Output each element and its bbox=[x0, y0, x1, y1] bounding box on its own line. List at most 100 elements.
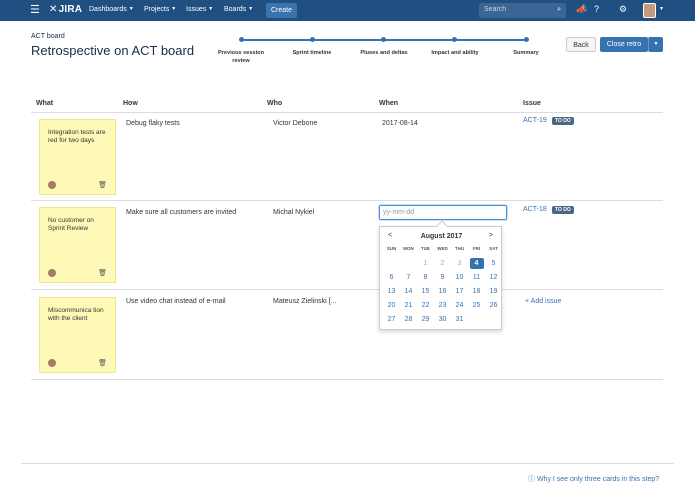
datepicker-arrow bbox=[436, 220, 448, 232]
calendar-day[interactable]: 9 bbox=[436, 272, 450, 283]
nav-issues[interactable]: Issues ▼ bbox=[186, 6, 213, 13]
step-label[interactable]: Impact and ability bbox=[422, 49, 488, 57]
sticky-note-card[interactable]: Integration tests are red for two days 🗑 bbox=[39, 119, 116, 195]
step-dot[interactable] bbox=[310, 37, 315, 42]
sticky-note-card[interactable]: Miscommunica tion with the client 🗑 bbox=[39, 297, 116, 373]
breadcrumb[interactable]: ACT board bbox=[31, 33, 65, 40]
calendar-day[interactable]: 18 bbox=[470, 286, 484, 297]
nav-projects[interactable]: Projects ▼ bbox=[144, 6, 176, 13]
gear-icon[interactable]: ⚙ bbox=[619, 4, 627, 15]
calendar-day[interactable]: 10 bbox=[453, 272, 467, 283]
column-header-issue: Issue bbox=[523, 100, 541, 107]
calendar-day[interactable]: 28 bbox=[402, 314, 416, 325]
calendar-day[interactable]: 14 bbox=[402, 286, 416, 297]
issue-link[interactable]: ACT-19 bbox=[523, 117, 547, 124]
close-retro-button[interactable]: Close retro bbox=[600, 37, 648, 52]
avatar bbox=[48, 269, 56, 277]
calendar-day[interactable]: 25 bbox=[470, 300, 484, 311]
step-label[interactable]: Previous session review bbox=[211, 49, 271, 65]
calendar-day[interactable]: 17 bbox=[453, 286, 467, 297]
close-retro-dropdown-button[interactable]: ▼ bbox=[648, 37, 663, 52]
calendar-day[interactable]: 11 bbox=[470, 272, 484, 283]
calendar-day[interactable]: 31 bbox=[453, 314, 467, 325]
avatar bbox=[48, 181, 56, 189]
search-icon: ⌕ bbox=[557, 6, 561, 13]
back-button[interactable]: Back bbox=[566, 37, 596, 52]
calendar-day[interactable]: 5 bbox=[487, 258, 501, 269]
calendar-day[interactable]: 20 bbox=[385, 300, 399, 311]
help-circle-icon: ⓘ bbox=[528, 476, 535, 483]
step-dot[interactable] bbox=[239, 37, 244, 42]
calendar-day[interactable]: 6 bbox=[385, 272, 399, 283]
footer-divider bbox=[21, 463, 674, 464]
trash-icon[interactable]: 🗑 bbox=[98, 359, 107, 367]
help-icon[interactable]: ? bbox=[594, 4, 599, 14]
help-link-text: Why I see only three cards in this step? bbox=[536, 476, 660, 483]
help-link[interactable]: ⓘ Why I see only three cards in this ste… bbox=[528, 474, 659, 484]
trash-icon[interactable]: 🗑 bbox=[98, 269, 107, 277]
who-text[interactable]: Mateusz Zielinski [... bbox=[273, 298, 336, 305]
calendar-day: 2 bbox=[440, 260, 445, 267]
calendar-day[interactable]: 15 bbox=[419, 286, 433, 297]
nav-dashboards[interactable]: Dashboards ▼ bbox=[89, 6, 134, 13]
row-divider bbox=[31, 200, 663, 201]
step-label[interactable]: Summary bbox=[500, 49, 552, 57]
who-text[interactable]: Victor Debone bbox=[273, 120, 317, 127]
chevron-down-icon: ▼ bbox=[208, 6, 214, 12]
sticky-note-card[interactable]: No customer on Sprint Review 🗑 bbox=[39, 207, 116, 283]
status-badge: TO DO bbox=[552, 206, 574, 214]
calendar-day[interactable]: 24 bbox=[453, 300, 467, 311]
who-text[interactable]: Michal Nykiel bbox=[273, 209, 314, 216]
card-text: No customer on Sprint Review bbox=[48, 217, 94, 232]
datepicker-popup: August 2017 < > SUN MON TUE WED THU FRI SAT 12… bbox=[379, 220, 502, 330]
calendar-day[interactable]: 27 bbox=[385, 314, 399, 325]
how-text[interactable]: Use video chat instead of e-mail bbox=[126, 298, 226, 305]
weekday-label: THU bbox=[454, 246, 465, 251]
megaphone-icon[interactable]: 📣 bbox=[576, 4, 587, 15]
column-header-when: When bbox=[379, 100, 399, 107]
create-button[interactable]: Create bbox=[266, 3, 297, 18]
calendar-day-selected[interactable]: 4 bbox=[469, 258, 484, 269]
calendar-day[interactable]: 29 bbox=[419, 314, 433, 325]
calendar-day[interactable]: 21 bbox=[402, 300, 416, 311]
search-input[interactable]: Search ⌕ bbox=[479, 3, 566, 18]
trash-icon[interactable]: 🗑 bbox=[98, 181, 107, 189]
jira-logo[interactable]: ✕JIRA bbox=[49, 4, 82, 15]
date-placeholder: yy-mm-dd bbox=[383, 209, 415, 216]
when-date-input[interactable]: yy-mm-dd bbox=[379, 205, 507, 220]
calendar-day[interactable]: 23 bbox=[436, 300, 450, 311]
calendar-day[interactable]: 22 bbox=[419, 300, 433, 311]
table-divider bbox=[31, 112, 663, 113]
how-text[interactable]: Debug flaky tests bbox=[126, 120, 180, 127]
user-avatar[interactable] bbox=[643, 3, 656, 18]
next-month-button[interactable]: > bbox=[489, 232, 493, 239]
column-header-what: What bbox=[36, 100, 54, 107]
chevron-down-icon: ▼ bbox=[248, 6, 254, 12]
menu-icon[interactable]: ☰ bbox=[30, 4, 40, 16]
step-dot[interactable] bbox=[452, 37, 457, 42]
calendar-day[interactable]: 26 bbox=[487, 300, 501, 311]
when-text[interactable]: 2017-08-14 bbox=[382, 120, 418, 127]
column-header-how: How bbox=[123, 100, 138, 107]
top-nav-bar: ☰ ✕JIRA Dashboards ▼ Projects ▼ Issues ▼ Bo… bbox=[0, 0, 695, 21]
step-label[interactable]: Pluses and deltas bbox=[351, 49, 417, 57]
prev-month-button[interactable]: < bbox=[388, 232, 392, 239]
issue-link[interactable]: ACT-18 bbox=[523, 206, 547, 213]
add-issue-link[interactable]: + Add issue bbox=[525, 298, 561, 305]
step-label[interactable]: Sprint timeline bbox=[282, 49, 342, 57]
calendar-day[interactable]: 8 bbox=[419, 272, 433, 283]
calendar-day[interactable]: 16 bbox=[436, 286, 450, 297]
step-dot[interactable] bbox=[381, 37, 386, 42]
calendar-day[interactable]: 12 bbox=[487, 272, 501, 283]
calendar-day[interactable]: 19 bbox=[487, 286, 501, 297]
step-dot[interactable] bbox=[524, 37, 529, 42]
calendar-day[interactable]: 30 bbox=[436, 314, 450, 325]
calendar-day[interactable]: 7 bbox=[402, 272, 416, 283]
chevron-down-icon: ▼ bbox=[659, 6, 664, 12]
status-badge: TO DO bbox=[552, 117, 574, 125]
nav-boards[interactable]: Boards ▼ bbox=[224, 6, 253, 13]
search-placeholder: Search bbox=[484, 6, 507, 13]
calendar-day[interactable]: 13 bbox=[385, 286, 399, 297]
weekday-label: SAT bbox=[489, 246, 498, 251]
how-text[interactable]: Make sure all customers are invited bbox=[126, 209, 236, 216]
